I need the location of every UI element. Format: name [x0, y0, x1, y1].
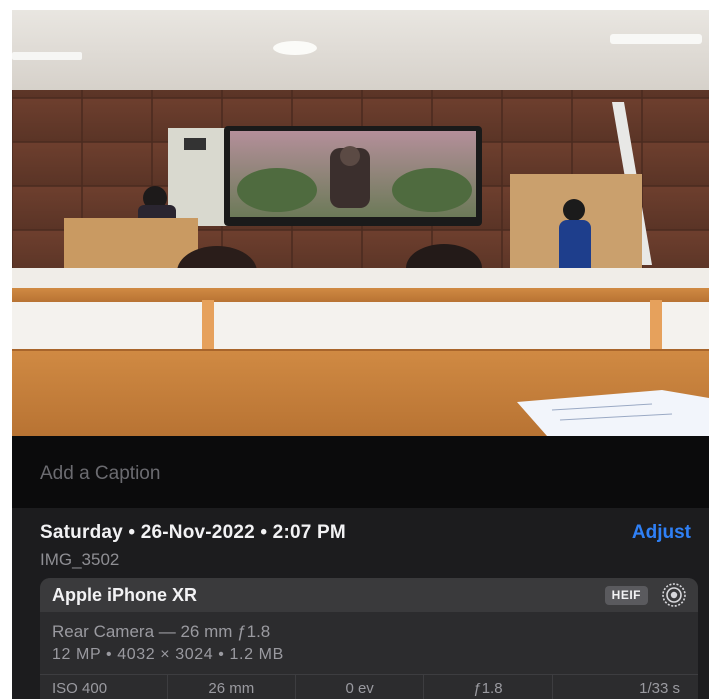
caption-field[interactable]: Add a Caption: [12, 436, 709, 508]
info-panel: Saturday • 26-Nov-2022 • 2:07 PM Adjust …: [12, 508, 709, 699]
exif-row: ISO 400 26 mm 0 ev ƒ1.8 1/33 s: [40, 674, 698, 699]
exif-shutter-speed: 1/33 s: [639, 680, 680, 697]
format-badge: HEIF: [604, 586, 648, 605]
lens-info: Rear Camera — 26 mm ƒ1.8: [52, 622, 271, 641]
photo-image[interactable]: [12, 10, 709, 436]
camera-details-card: Apple iPhone XR HEIF Rear Camera — 26 mm…: [40, 578, 698, 699]
exif-iso: ISO 400: [40, 675, 168, 699]
exif-focal-length: 26 mm: [168, 675, 296, 699]
date-time-label: Saturday • 26-Nov-2022 • 2:07 PM: [40, 522, 346, 543]
exif-exposure-value: 0 ev: [296, 675, 425, 699]
card-header: Apple iPhone XR HEIF: [40, 578, 698, 612]
image-specs: 12 MP • 4032 × 3024 • 1.2 MB: [52, 646, 284, 663]
live-photo-icon[interactable]: [660, 582, 688, 608]
caption-placeholder[interactable]: Add a Caption: [40, 463, 160, 485]
filename-label: IMG_3502: [40, 550, 120, 569]
photo-info-screen: Add a Caption Saturday • 26-Nov-2022 • 2…: [12, 10, 709, 699]
adjust-button[interactable]: Adjust: [632, 522, 691, 544]
exif-aperture: ƒ1.8: [424, 675, 553, 699]
device-name: Apple iPhone XR: [52, 585, 198, 605]
